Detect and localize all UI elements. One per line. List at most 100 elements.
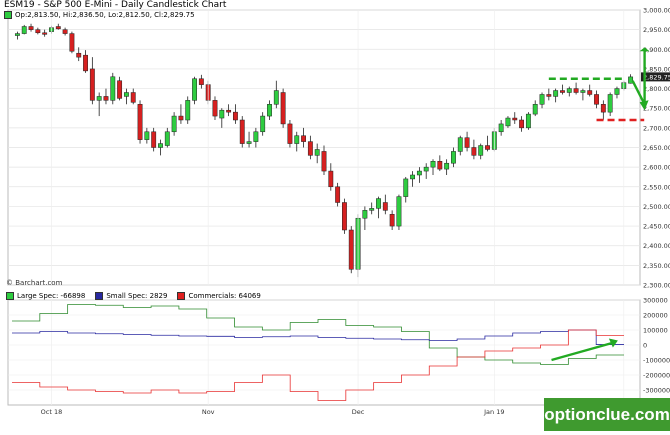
candle-body (178, 115, 184, 121)
candle-body (451, 151, 456, 164)
candle-body (369, 208, 375, 211)
cot-legend: Large Spec: -66898 Small Spec: 2829 Comm… (6, 292, 261, 300)
ohlc-swatch (4, 11, 12, 19)
candle-body (376, 198, 381, 209)
cot-panel (7, 299, 641, 406)
candle-body (525, 113, 531, 129)
candle-body (607, 94, 613, 113)
chart-title: ESM19 - S&P 500 E-Mini - Daily Candlesti… (4, 0, 227, 10)
candle-body (410, 174, 416, 180)
candle-body (171, 115, 177, 133)
cot-y-tick-label: -200000 (643, 372, 670, 380)
candle-body (192, 78, 197, 101)
x-tick-label: Jan 19 (483, 408, 504, 416)
candle-body (423, 166, 429, 172)
candle-body (185, 100, 191, 121)
legend-label: Small Spec: 2829 (106, 292, 168, 300)
candle-body (444, 162, 450, 170)
candle-body (505, 117, 511, 127)
y-tick-label: 2,600.00 (643, 164, 670, 172)
candle-body (396, 196, 402, 227)
candle-body (485, 145, 490, 150)
y-tick-label: 2,400.00 (643, 242, 670, 250)
candle-body (260, 115, 266, 133)
candle-body (464, 137, 470, 148)
candle-body (553, 90, 559, 97)
candle-body (539, 94, 545, 105)
candle-body (28, 26, 34, 30)
candle-body (212, 100, 218, 117)
candle-body (403, 178, 409, 197)
candle-body (498, 123, 504, 133)
candle-body (335, 186, 341, 203)
candle-body (21, 26, 27, 34)
candle-body (560, 90, 565, 93)
watermark: optionclue.com (544, 398, 670, 431)
credit: © Barchart.com (6, 279, 63, 287)
candle-body (280, 92, 286, 125)
x-tick-label: Nov (202, 408, 215, 416)
candle-body (314, 149, 320, 156)
candle-body (437, 161, 443, 170)
candle-body (416, 170, 422, 176)
candle-body (580, 90, 586, 93)
candle-body (328, 170, 334, 188)
candle-body (151, 131, 157, 148)
candle-body (321, 151, 327, 172)
candle-body (219, 109, 225, 119)
candle-body (117, 80, 123, 99)
cot-y-tick-label: 300000 (643, 297, 668, 305)
candle-body (307, 141, 313, 156)
candle-body (198, 78, 204, 85)
candle-body (382, 202, 388, 211)
candle-body (110, 76, 116, 101)
candle-body (430, 161, 436, 168)
legend-commercials: Commercials: 64069 (177, 292, 261, 300)
candle-body (253, 131, 259, 142)
y-tick-label: 2,450.00 (643, 223, 670, 231)
candle-body (55, 26, 61, 30)
cot-y-tick-label: 100000 (643, 327, 668, 335)
candle-body (457, 137, 463, 152)
candle-body (89, 68, 95, 101)
candle-body (342, 202, 347, 231)
candle-body (103, 96, 109, 101)
y-tick-label: 2,750.00 (643, 105, 670, 113)
last-price-label: 2,829.75 (643, 73, 670, 81)
cot-y-tick-label: 200000 (643, 312, 668, 320)
legend-small-spec: Small Spec: 2829 (95, 292, 167, 300)
candle-body (246, 141, 252, 144)
y-tick-label: 2,650.00 (643, 144, 670, 152)
legend-swatch (6, 292, 14, 300)
y-tick-label: 2,550.00 (643, 183, 670, 191)
y-tick-label: 2,800.00 (643, 85, 670, 93)
candle-body (42, 32, 48, 35)
candle-body (362, 210, 368, 219)
candle-body (35, 29, 41, 34)
candle-body (532, 104, 538, 115)
candle-body (137, 104, 143, 140)
candle-body (587, 90, 593, 95)
y-tick-label: 2,850.00 (643, 65, 670, 73)
candle-body (144, 131, 150, 140)
legend-swatch (95, 292, 104, 300)
candle-body (573, 88, 579, 93)
candle-body (130, 92, 136, 103)
candle-body (267, 104, 272, 117)
candle-body (301, 135, 306, 142)
y-tick-label: 2,500.00 (643, 203, 670, 211)
candle-body (478, 145, 484, 156)
chart: 3,000.00 2,950.00 2,900.00 2,850.00 2,800.00… (0, 0, 670, 431)
candle-body (471, 147, 477, 156)
candle-body (232, 111, 238, 121)
candle-body (519, 119, 525, 129)
candle-body (62, 29, 68, 34)
candle-body (123, 92, 129, 97)
x-tick-label: Dec (352, 408, 365, 416)
legend-label: Commercials: 64069 (188, 292, 261, 300)
candle-body (158, 143, 163, 148)
candle-body (614, 88, 620, 95)
y-tick-label: 3,000.00 (643, 7, 670, 15)
candle-body (594, 94, 599, 105)
candle-body (273, 90, 279, 105)
